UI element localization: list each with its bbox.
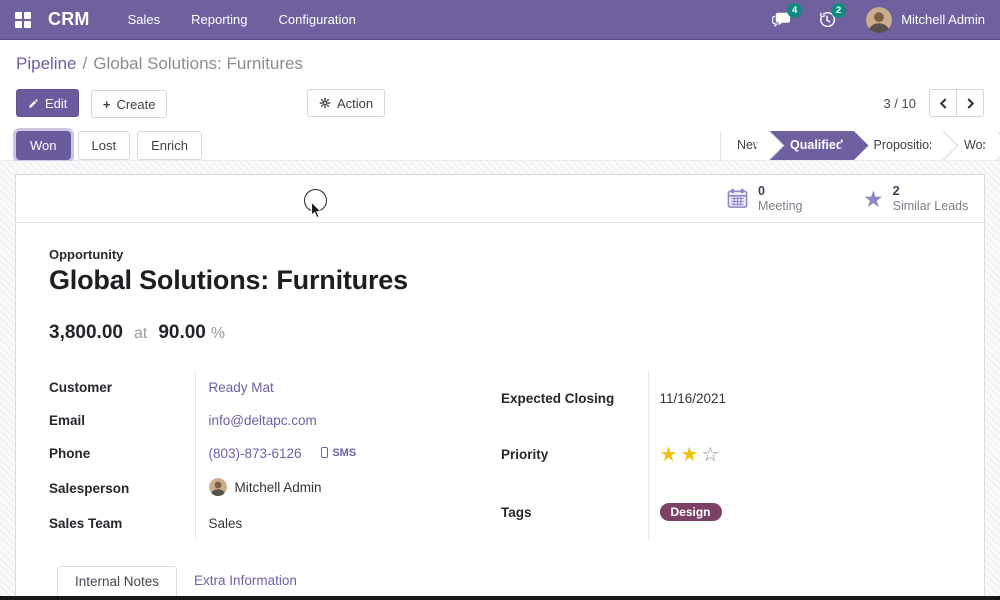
bottom-edge-bar: [0, 596, 1000, 600]
user-name: Mitchell Admin: [901, 12, 985, 27]
percent-sign: %: [211, 325, 225, 343]
action-buttons-row: Edit + Create Action 3 / 10: [0, 89, 1000, 117]
email-label: Email: [49, 404, 195, 437]
mobile-phone-icon: [321, 447, 328, 458]
user-menu[interactable]: Mitchell Admin: [866, 7, 985, 33]
email-value-link[interactable]: info@deltapc.com: [209, 413, 317, 428]
star-filled-icon[interactable]: ★: [660, 444, 681, 466]
action-button-label: Action: [337, 96, 373, 111]
similar-leads-count: 2: [893, 184, 969, 199]
menu-sales[interactable]: Sales: [128, 12, 161, 27]
pager: 3 / 10: [883, 89, 984, 117]
won-button[interactable]: Won: [16, 131, 71, 160]
user-avatar: [866, 7, 892, 33]
action-button[interactable]: Action: [307, 89, 385, 117]
gear-icon: [319, 97, 331, 109]
expected-revenue: 3,800.00: [49, 322, 123, 344]
phone-value-link[interactable]: (803)-873-6126: [209, 446, 302, 461]
navbar-right: 4 2 Mitchell Admin: [746, 7, 985, 33]
control-panel: Pipeline / Global Solutions: Furnitures …: [0, 40, 1000, 161]
right-field-group: Expected Closing 11/16/2021 Priority ★★☆: [501, 371, 936, 540]
pager-previous-button[interactable]: [929, 89, 957, 117]
top-navbar: CRM Sales Reporting Configuration 4 2 Mi…: [0, 0, 1000, 40]
customer-row: Customer Ready Mat: [49, 371, 501, 404]
breadcrumb-current: Global Solutions: Furnitures: [93, 54, 303, 74]
tab-internal-notes[interactable]: Internal Notes: [57, 566, 177, 597]
crm-app-window: CRM Sales Reporting Configuration 4 2 Mi…: [0, 0, 1000, 600]
opportunity-sheet: 0 Meeting ★ 2 Similar Leads Opportunity …: [15, 174, 985, 600]
activities-button[interactable]: 2: [818, 11, 836, 29]
notebook-tabs: Internal Notes Extra Information: [49, 566, 936, 598]
sales-team-value[interactable]: Sales: [209, 516, 243, 531]
expected-closing-row: Expected Closing 11/16/2021: [501, 371, 936, 425]
opportunity-title: Global Solutions: Furnitures: [49, 265, 936, 296]
edit-button[interactable]: Edit: [16, 89, 79, 117]
create-button[interactable]: + Create: [91, 90, 168, 118]
field-groups: Customer Ready Mat Email info@deltapc.co…: [49, 371, 936, 540]
sales-team-row: Sales Team Sales: [49, 507, 501, 540]
tags-label: Tags: [501, 484, 648, 540]
meeting-label: Meeting: [758, 199, 802, 214]
sms-button[interactable]: SMS: [321, 447, 356, 459]
pager-next-button[interactable]: [956, 89, 984, 117]
pencil-icon: [28, 98, 39, 109]
similar-leads-stat-button[interactable]: ★ 2 Similar Leads: [863, 175, 968, 222]
star-empty-icon[interactable]: ☆: [701, 444, 722, 466]
breadcrumb-pipeline-link[interactable]: Pipeline: [16, 54, 77, 74]
priority-label: Priority: [501, 425, 648, 484]
customer-value-link[interactable]: Ready Mat: [209, 380, 274, 395]
edit-button-label: Edit: [45, 96, 67, 111]
form-background: 0 Meeting ★ 2 Similar Leads Opportunity …: [0, 161, 1000, 600]
chevron-right-icon: [966, 98, 975, 109]
salesperson-avatar: [209, 478, 227, 496]
meeting-count: 0: [758, 184, 802, 199]
sheet-body: Opportunity Global Solutions: Furnitures…: [16, 223, 984, 598]
messages-badge: 4: [787, 3, 802, 18]
similar-leads-label: Similar Leads: [893, 199, 969, 214]
customer-label: Customer: [49, 371, 195, 404]
stage-new[interactable]: New: [721, 131, 770, 160]
salesperson-value[interactable]: Mitchell Admin: [235, 480, 322, 495]
create-button-label: Create: [116, 97, 155, 112]
left-field-group: Customer Ready Mat Email info@deltapc.co…: [49, 371, 501, 540]
salesperson-label: Salesperson: [49, 470, 195, 507]
breadcrumb-separator: /: [83, 54, 88, 74]
breadcrumb: Pipeline / Global Solutions: Furnitures: [0, 49, 1000, 79]
priority-row: Priority ★★☆: [501, 425, 936, 484]
revenue-row: 3,800.00 at 90.00 %: [49, 322, 936, 344]
app-name[interactable]: CRM: [48, 9, 90, 30]
priority-stars[interactable]: ★★☆: [660, 444, 723, 466]
tag-design-badge: Design: [660, 503, 722, 521]
activities-badge: 2: [831, 3, 846, 18]
probability-value: 90.00: [158, 322, 206, 344]
chevron-left-icon: [939, 98, 948, 109]
lost-button[interactable]: Lost: [78, 131, 131, 160]
tab-extra-information[interactable]: Extra Information: [177, 566, 314, 597]
enrich-button[interactable]: Enrich: [137, 131, 202, 160]
sms-label: SMS: [332, 447, 356, 459]
menu-reporting[interactable]: Reporting: [191, 12, 247, 27]
stage-statusbar: New Qualified Proposition Won: [720, 131, 1000, 160]
phone-row: Phone (803)-873-6126 SMS: [49, 437, 501, 470]
apps-menu-icon[interactable]: [15, 12, 31, 28]
messages-button[interactable]: 4: [772, 11, 792, 29]
expected-closing-value[interactable]: 11/16/2021: [660, 391, 727, 406]
pager-counter: 3 / 10: [883, 96, 916, 111]
button-box: 0 Meeting ★ 2 Similar Leads: [16, 175, 984, 223]
calendar-icon: [726, 187, 749, 210]
tags-row: Tags Design: [501, 484, 936, 540]
star-filled-icon[interactable]: ★: [680, 444, 701, 466]
status-row: Won Lost Enrich New Qualified Propositio…: [0, 131, 1000, 160]
plus-icon: +: [103, 97, 111, 112]
phone-label: Phone: [49, 437, 195, 470]
at-label: at: [134, 325, 147, 343]
sales-team-label: Sales Team: [49, 507, 195, 540]
record-type-label: Opportunity: [49, 247, 936, 262]
expected-closing-label: Expected Closing: [501, 371, 648, 425]
menu-configuration[interactable]: Configuration: [279, 12, 356, 27]
salesperson-row: Salesperson Mitchell Admin: [49, 470, 501, 507]
email-row: Email info@deltapc.com: [49, 404, 501, 437]
similar-leads-star-icon: ★: [863, 188, 884, 210]
meeting-stat-button[interactable]: 0 Meeting: [726, 175, 802, 222]
